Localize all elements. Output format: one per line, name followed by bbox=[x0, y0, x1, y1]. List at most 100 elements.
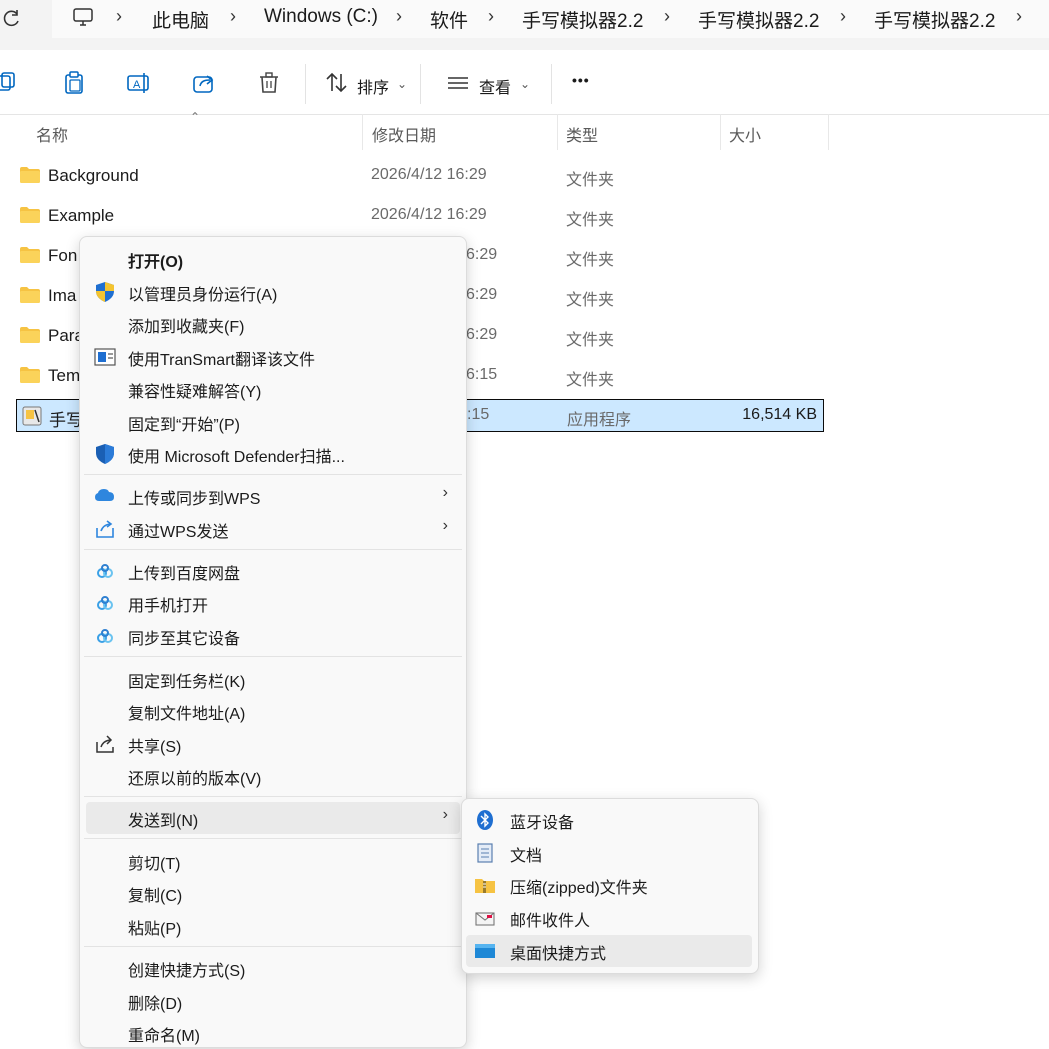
menu-item-rename[interactable]: 重命名(M) bbox=[86, 1017, 460, 1049]
breadcrumb-item[interactable]: 手写模拟器2.2 bbox=[874, 6, 995, 33]
send-to-submenu: 蓝牙设备 文档 压缩(zipped)文件夹 邮件收件人 桌面快捷方式 bbox=[461, 798, 759, 974]
menu-item-compat-troubleshoot[interactable]: 兼容性疑难解答(Y) bbox=[86, 373, 460, 405]
menu-item-label: 打开(O) bbox=[128, 254, 184, 271]
menu-item-share[interactable]: 共享(S) bbox=[86, 728, 460, 760]
desktop-icon bbox=[474, 940, 496, 962]
menu-item-pin-taskbar[interactable]: 固定到任务栏(K) bbox=[86, 663, 460, 695]
menu-item-label: 发送到(N) bbox=[128, 813, 199, 830]
menu-item-paste[interactable]: 粘贴(P) bbox=[86, 910, 460, 942]
menu-separator bbox=[84, 946, 462, 947]
menu-separator bbox=[84, 656, 462, 657]
menu-item-label: 删除(D) bbox=[128, 996, 183, 1013]
menu-item-add-favorites[interactable]: 添加到收藏夹(F) bbox=[86, 308, 460, 340]
submenu-item-documents[interactable]: 文档 bbox=[466, 837, 752, 869]
menu-item-label: 重命名(M) bbox=[128, 1028, 200, 1045]
sort-ascending-icon: ⌃ bbox=[190, 110, 201, 124]
column-header-name[interactable]: 名称 bbox=[36, 122, 68, 146]
breadcrumb-item[interactable]: 手写模拟器2.2 bbox=[522, 6, 643, 33]
menu-item-label: 兼容性疑难解答(Y) bbox=[128, 384, 262, 401]
more-options-button[interactable]: ••• bbox=[572, 72, 590, 88]
menu-item-wps-sync[interactable]: 上传或同步到WPS › bbox=[86, 480, 460, 512]
file-type: 文件夹 bbox=[566, 332, 615, 349]
menu-item-copy[interactable]: 复制(C) bbox=[86, 877, 460, 909]
sort-button[interactable]: 排序 bbox=[357, 74, 389, 98]
menu-item-run-as-admin[interactable]: 以管理员身份运行(A) bbox=[86, 276, 460, 308]
menu-item-restore-versions[interactable]: 还原以前的版本(V) bbox=[86, 760, 460, 792]
column-divider[interactable] bbox=[557, 114, 558, 150]
file-date: 6:29 bbox=[466, 246, 498, 263]
menu-item-defender-scan[interactable]: 使用 Microsoft Defender扫描... bbox=[86, 438, 460, 470]
folder-icon bbox=[20, 327, 40, 343]
submenu-item-mail[interactable]: 邮件收件人 bbox=[466, 902, 752, 934]
folder-icon bbox=[20, 287, 40, 303]
sort-icon[interactable] bbox=[324, 70, 350, 96]
menu-item-delete[interactable]: 删除(D) bbox=[86, 985, 460, 1017]
breadcrumb[interactable]: › 此电脑 › Windows (C:) › 软件 › 手写模拟器2.2 › 手… bbox=[52, 0, 1049, 38]
refresh-icon[interactable] bbox=[0, 8, 24, 32]
breadcrumb-item[interactable]: 手写模拟器2.2 bbox=[698, 6, 819, 33]
breadcrumb-item[interactable]: 软件 bbox=[430, 6, 468, 33]
menu-item-open-on-phone[interactable]: 用手机打开 bbox=[86, 587, 460, 619]
file-name: Background bbox=[48, 166, 139, 185]
delete-icon[interactable] bbox=[256, 70, 282, 96]
column-header-modified[interactable]: 修改日期 bbox=[372, 122, 436, 146]
file-name: Fon bbox=[48, 246, 78, 265]
menu-item-baidu-upload[interactable]: 上传到百度网盘 bbox=[86, 555, 460, 587]
copy-icon[interactable] bbox=[0, 70, 20, 96]
submenu-item-desktop-shortcut[interactable]: 桌面快捷方式 bbox=[466, 935, 752, 967]
breadcrumb-item[interactable]: Windows (C:) bbox=[264, 6, 378, 28]
bluetooth-icon bbox=[474, 809, 496, 831]
view-icon[interactable] bbox=[445, 70, 471, 96]
file-date: 6:29 bbox=[466, 286, 498, 303]
menu-item-send-to[interactable]: 发送到(N) › bbox=[86, 802, 460, 834]
menu-item-pin-start[interactable]: 固定到“开始”(P) bbox=[86, 406, 460, 438]
menu-item-label: 复制文件地址(A) bbox=[128, 706, 246, 723]
submenu-item-bluetooth[interactable]: 蓝牙设备 bbox=[466, 804, 752, 836]
submenu-item-label: 桌面快捷方式 bbox=[510, 946, 607, 963]
menu-item-open[interactable]: 打开(O) bbox=[86, 243, 460, 275]
file-type: 文件夹 bbox=[566, 212, 615, 229]
breadcrumb-item[interactable]: 此电脑 bbox=[152, 6, 209, 33]
document-icon bbox=[474, 842, 496, 864]
menu-item-label: 上传或同步到WPS bbox=[128, 491, 261, 508]
rename-icon[interactable]: A bbox=[126, 70, 152, 96]
chevron-right-icon: › bbox=[442, 806, 448, 823]
menu-item-transmart[interactable]: 使用TranSmart翻译该文件 bbox=[86, 341, 460, 373]
computer-icon bbox=[72, 6, 94, 33]
column-divider[interactable] bbox=[828, 114, 829, 150]
menu-item-copy-path[interactable]: 复制文件地址(A) bbox=[86, 695, 460, 727]
share-icon[interactable] bbox=[191, 70, 217, 96]
toolbar-divider bbox=[305, 64, 306, 104]
menu-item-label: 通过WPS发送 bbox=[128, 524, 229, 541]
menu-item-label: 上传到百度网盘 bbox=[128, 566, 241, 583]
file-date: 2026/4/12 16:29 bbox=[371, 206, 487, 223]
column-divider[interactable] bbox=[720, 114, 721, 150]
menu-item-label: 使用TranSmart翻译该文件 bbox=[128, 352, 315, 369]
menu-item-cut[interactable]: 剪切(T) bbox=[86, 845, 460, 877]
cloud-icon bbox=[94, 485, 116, 507]
file-type: 文件夹 bbox=[566, 292, 615, 309]
toolbar-divider bbox=[420, 64, 421, 104]
menu-item-sync-devices[interactable]: 同步至其它设备 bbox=[86, 620, 460, 652]
file-row[interactable]: Background 2026/4/12 16:29 文件夹 bbox=[16, 160, 824, 192]
column-divider[interactable] bbox=[362, 114, 363, 150]
view-button[interactable]: 查看 bbox=[479, 74, 511, 98]
file-name: Tem bbox=[48, 366, 81, 385]
chevron-right-icon: › bbox=[664, 6, 670, 26]
file-date: 2026/4/12 16:29 bbox=[371, 166, 487, 183]
menu-item-label: 以管理员身份运行(A) bbox=[128, 287, 278, 304]
submenu-item-zip[interactable]: 压缩(zipped)文件夹 bbox=[466, 869, 752, 901]
menu-item-label: 固定到任务栏(K) bbox=[128, 674, 246, 691]
column-header-type[interactable]: 类型 bbox=[566, 122, 598, 146]
chevron-right-icon: › bbox=[396, 6, 402, 26]
menu-item-create-shortcut[interactable]: 创建快捷方式(S) bbox=[86, 952, 460, 984]
file-row[interactable]: Example 2026/4/12 16:29 文件夹 bbox=[16, 200, 824, 232]
menu-item-label: 创建快捷方式(S) bbox=[128, 963, 246, 980]
menu-item-wps-send[interactable]: 通过WPS发送 › bbox=[86, 513, 460, 545]
paste-icon[interactable] bbox=[61, 70, 87, 96]
menu-item-label: 使用 Microsoft Defender扫描... bbox=[128, 449, 345, 466]
menu-separator bbox=[84, 838, 462, 839]
column-header-size[interactable]: 大小 bbox=[729, 122, 761, 146]
chevron-down-icon: ⌄ bbox=[520, 77, 531, 91]
baidu-netdisk-icon bbox=[94, 560, 116, 582]
